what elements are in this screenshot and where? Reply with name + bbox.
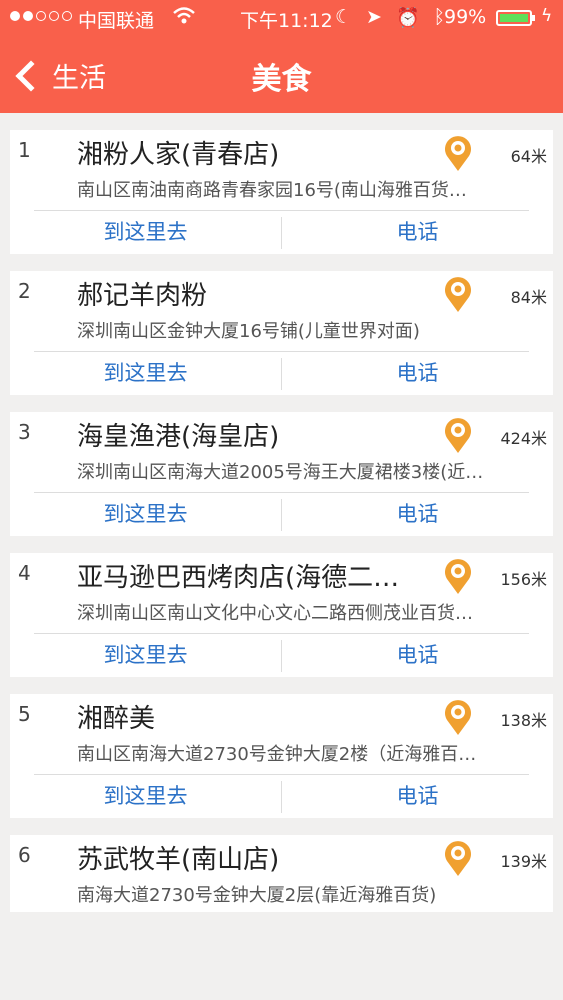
status-bar: 中国联通 下午11:12 ☾ ➤ ⏰ ᛒ 99% ϟ [0,0,563,38]
restaurant-name[interactable]: 湘粉人家(青春店) [77,134,437,171]
restaurant-address: 深圳南山区南海大道2005号海王大厦裙楼3楼(近… [77,462,484,483]
map-pin-icon[interactable] [442,557,474,595]
restaurant-address: 南海大道2730号金钟大厦2层(靠近海雅百货) [77,885,437,906]
go-here-button[interactable]: 到这里去 [10,352,281,395]
restaurant-index: 1 [18,138,31,162]
call-button[interactable]: 电话 [282,493,553,536]
restaurant-distance: 64米 [510,147,547,166]
page-title: 美食 [251,62,312,97]
battery-percent: 99% [444,6,487,28]
restaurant-distance: 84米 [510,288,547,307]
restaurant-name[interactable]: 海皇渔港(海皇店) [77,416,437,453]
call-button[interactable]: 电话 [282,211,553,254]
go-here-button[interactable]: 到这里去 [10,493,281,536]
restaurant-name[interactable]: 苏武牧羊(南山店) [77,839,437,876]
signal-strength-icon [10,11,72,21]
call-button[interactable]: 电话 [282,775,553,818]
go-here-button[interactable]: 到这里去 [10,211,281,254]
go-here-button[interactable]: 到这里去 [10,775,281,818]
status-time: 下午11:12 [240,10,333,32]
map-pin-icon[interactable] [442,416,474,454]
call-button[interactable]: 电话 [282,634,553,677]
restaurant-index: 4 [18,561,31,585]
restaurant-address: 深圳南山区金钟大厦16号铺(儿童世界对面) [77,321,420,342]
restaurant-card[interactable]: 3 海皇渔港(海皇店) 424米 深圳南山区南海大道2005号海王大厦裙楼3楼(近… 到… [10,412,553,536]
restaurant-distance: 138米 [500,711,547,730]
location-arrow-icon: ➤ [366,6,382,28]
restaurant-card[interactable]: 4 亚马逊巴西烤肉店(海德二… 156米深圳南山区南山文化中心文心二路西侧茂业百货…… [10,553,553,677]
restaurant-distance: 156米 [500,570,547,589]
restaurant-address: 深圳南山区南山文化中心文心二路西侧茂业百货… [77,603,473,624]
restaurant-index: 3 [18,420,31,444]
alarm-icon: ⏰ [395,7,420,29]
restaurant-index: 6 [18,843,31,867]
restaurant-name[interactable]: 湘醉美 [77,698,437,735]
restaurant-card[interactable]: 1 湘粉人家(青春店) 64米南山区南油南商路青春家园16号(南山海雅百货… 到这里去… [10,130,553,254]
app-header: 中国联通 下午11:12 ☾ ➤ ⏰ ᛒ 99% ϟ 生活 美食 [0,0,563,113]
restaurant-address: 南山区南海大道2730号金钟大厦2楼（近海雅百… [77,744,477,765]
map-pin-icon[interactable] [442,839,474,877]
restaurant-card[interactable]: 2 郝记羊肉粉 84米深圳南山区金钟大厦16号铺(儿童世界对面) 到这里去 电话 [10,271,553,395]
map-pin-icon[interactable] [442,134,474,172]
wifi-icon [172,4,196,31]
restaurant-distance: 139米 [500,852,547,871]
restaurant-index: 2 [18,279,31,303]
map-pin-icon[interactable] [442,698,474,736]
go-here-button[interactable]: 到这里去 [10,634,281,677]
restaurant-card[interactable]: 5 湘醉美 138米南山区南海大道2730号金钟大厦2楼（近海雅百… 到这里去 电话 [10,694,553,818]
carrier-name: 中国联通 [78,10,155,32]
map-pin-icon[interactable] [442,275,474,313]
restaurant-name[interactable]: 亚马逊巴西烤肉店(海德二… [77,557,437,594]
restaurant-index: 5 [18,702,31,726]
call-button[interactable]: 电话 [282,352,553,395]
moon-icon: ☾ [335,6,353,28]
restaurant-distance: 424米 [500,429,547,448]
battery-icon [496,10,535,26]
charging-icon: ϟ [541,6,553,26]
restaurant-name[interactable]: 郝记羊肉粉 [77,275,437,312]
empty-area [0,912,563,1000]
restaurant-address: 南山区南油南商路青春家园16号(南山海雅百货… [77,180,467,201]
